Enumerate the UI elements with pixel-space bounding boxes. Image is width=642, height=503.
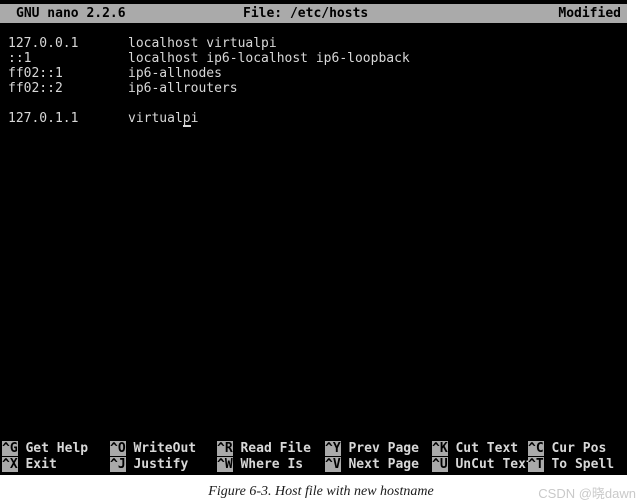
figure-caption-text: Figure 6-3. Host file with new hostname (208, 484, 434, 499)
shortcut-key: ^V (325, 457, 341, 472)
nano-version-label: GNU nano 2.2.6 (16, 6, 126, 21)
nano-title-bar: GNU nano 2.2.6 File: /etc/hosts Modified (0, 4, 627, 23)
shortcut-label: Prev Page (340, 441, 419, 456)
shortcut-exit[interactable]: ^X Exit (2, 457, 57, 473)
editor-line[interactable]: 127.0.1.1 virtualpi (0, 111, 627, 127)
shortcut-justify[interactable]: ^J Justify (110, 457, 188, 473)
shortcut-prev-page[interactable]: ^Y Prev Page (325, 441, 419, 457)
shortcut-label: Next Page (340, 457, 419, 472)
host-address: ff02::1 (8, 66, 63, 81)
shortcut-row-secondary: ^X Exit ^J Justify ^W Where Is ^V Next Page… (0, 457, 627, 473)
nano-shortcut-bar: ^G Get Help ^O WriteOut ^R Read File ^Y Pre… (0, 441, 627, 473)
shortcut-cur-pos[interactable]: ^C Cur Pos (528, 441, 606, 457)
shortcut-row-primary: ^G Get Help ^O WriteOut ^R Read File ^Y Pre… (0, 441, 627, 457)
shortcut-label: Cur Pos (543, 441, 607, 456)
nano-file-path-label: File: /etc/hosts (243, 6, 369, 21)
shortcut-label: Exit (17, 457, 57, 472)
shortcut-to-spell[interactable]: ^T To Spell (528, 457, 614, 473)
host-names: virtualpi (128, 111, 199, 127)
shortcut-key: ^J (110, 457, 126, 472)
shortcut-next-page[interactable]: ^V Next Page (325, 457, 419, 473)
shortcut-key: ^O (110, 441, 126, 456)
host-names: ip6-allrouters (128, 81, 238, 96)
shortcut-label: UnCut Text (447, 457, 534, 472)
shortcut-get-help[interactable]: ^G Get Help (2, 441, 88, 457)
nano-modified-status: Modified (558, 6, 621, 21)
shortcut-read-file[interactable]: ^R Read File (217, 441, 311, 457)
shortcut-key: ^G (2, 441, 18, 456)
host-names: ip6-allnodes (128, 66, 222, 81)
shortcut-key: ^K (432, 441, 448, 456)
editor-line[interactable] (0, 96, 627, 111)
shortcut-key: ^W (217, 457, 233, 472)
editor-line[interactable]: ff02::2 ip6-allrouters (0, 81, 627, 96)
shortcut-key: ^X (2, 457, 18, 472)
host-address: 127.0.0.1 (8, 36, 79, 51)
host-address: 127.0.1.1 (8, 111, 79, 126)
shortcut-key: ^Y (325, 441, 341, 456)
nano-terminal-window[interactable]: GNU nano 2.2.6 File: /etc/hosts Modified… (0, 0, 627, 475)
shortcut-key: ^U (432, 457, 448, 472)
shortcut-key: ^C (528, 441, 544, 456)
shortcut-label: Get Help (17, 441, 89, 456)
editor-line[interactable]: ff02::1 ip6-allnodes (0, 66, 627, 81)
shortcut-where-is[interactable]: ^W Where Is (217, 457, 303, 473)
editor-line[interactable]: ::1 localhost ip6-localhost ip6-loopback (0, 51, 627, 66)
shortcut-label: To Spell (543, 457, 615, 472)
csdn-watermark: CSDN @晓dawn (538, 486, 636, 501)
shortcut-label: Justify (125, 457, 189, 472)
nano-editor-text-area[interactable]: 127.0.0.1 localhost virtualpi::1 localhost… (0, 36, 627, 436)
editor-line[interactable]: 127.0.0.1 localhost virtualpi (0, 36, 627, 51)
shortcut-writeout[interactable]: ^O WriteOut (110, 441, 196, 457)
host-names: localhost ip6-localhost ip6-loopback (128, 51, 410, 66)
shortcut-key: ^R (217, 441, 233, 456)
shortcut-key: ^T (528, 457, 544, 472)
shortcut-label: Cut Text (447, 441, 519, 456)
host-address: ::1 (8, 51, 32, 66)
shortcut-uncut-text[interactable]: ^U UnCut Text (432, 457, 534, 473)
shortcut-label: WriteOut (125, 441, 197, 456)
shortcut-cut-text[interactable]: ^K Cut Text (432, 441, 518, 457)
text-cursor: p (182, 111, 191, 127)
host-address: ff02::2 (8, 81, 63, 96)
shortcut-label: Read File (232, 441, 311, 456)
host-names: localhost virtualpi (128, 36, 277, 51)
shortcut-label: Where Is (232, 457, 304, 472)
